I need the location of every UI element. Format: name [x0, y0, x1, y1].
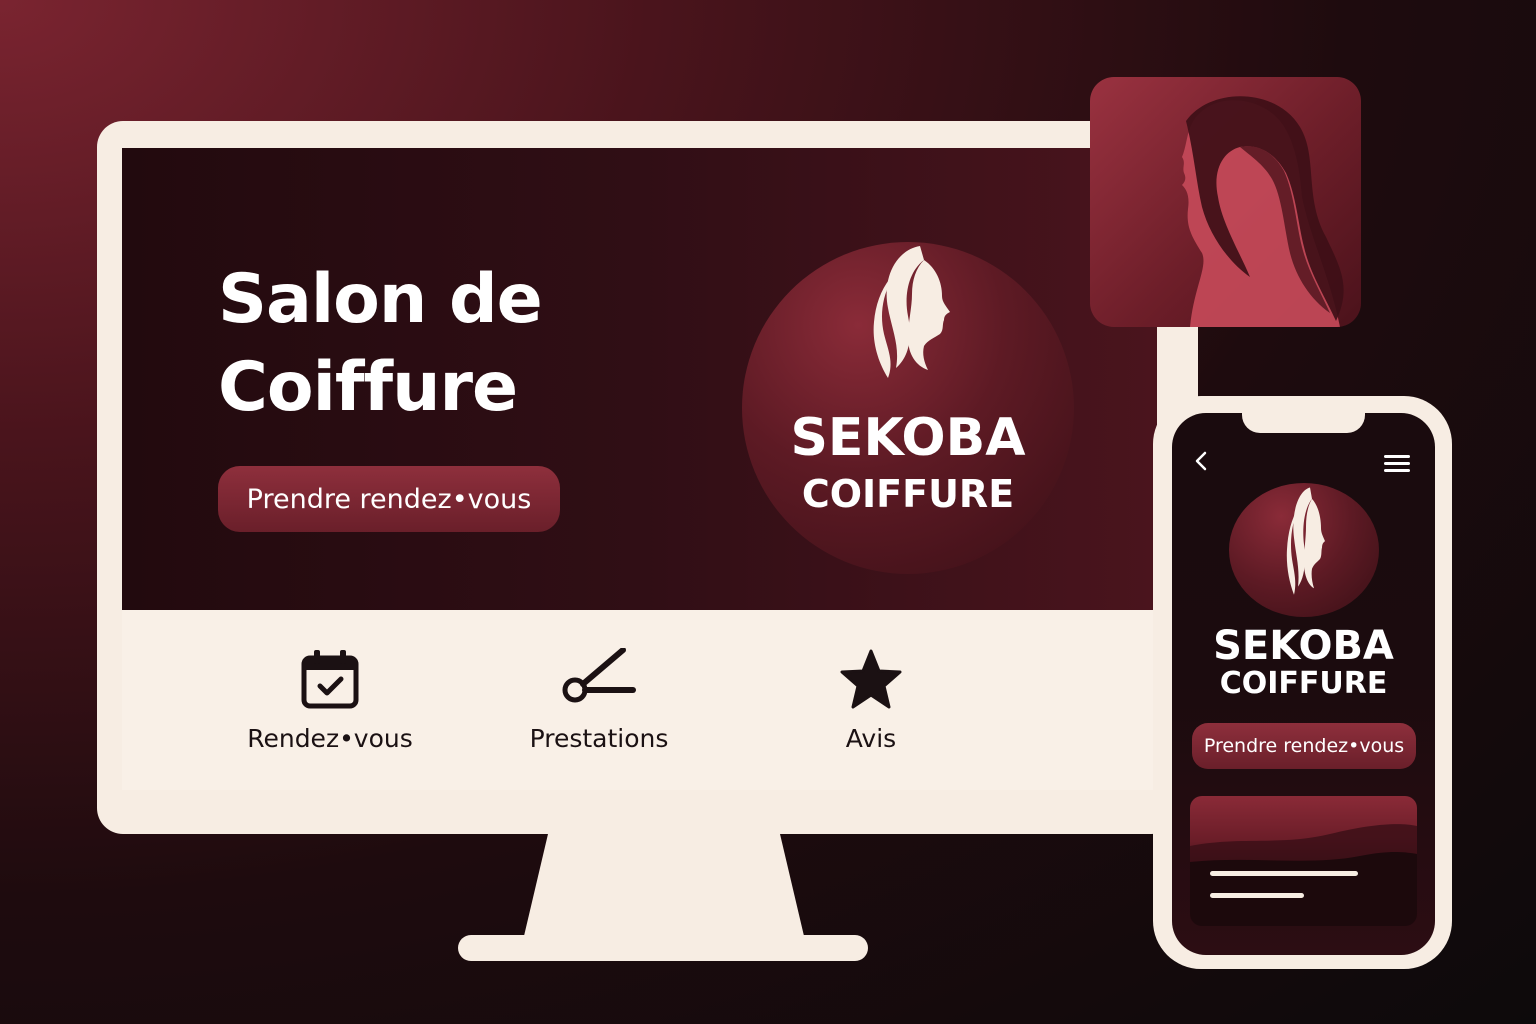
feature-appointments[interactable]: Rendez•vous	[220, 648, 440, 753]
logo-brand-name: SEKOBA	[790, 408, 1026, 468]
connector-line	[1168, 327, 1198, 403]
mobile-book-appointment-label: Prendre rendez•vous	[1203, 735, 1405, 757]
book-appointment-button[interactable]: Prendre rendez•vous	[218, 466, 560, 532]
woman-silhouette-icon	[873, 246, 950, 378]
card-wave-decoration	[1190, 824, 1417, 926]
phone-notch	[1242, 413, 1365, 433]
star-icon	[839, 648, 903, 712]
text-placeholder-line	[1210, 871, 1358, 876]
mobile-brand-logo	[1229, 483, 1379, 617]
feature-label: Avis	[845, 724, 897, 753]
feature-reviews[interactable]: Avis	[761, 648, 981, 753]
feature-label: Prestations	[529, 724, 669, 753]
brand-logo: SEKOBA COIFFURE	[742, 242, 1074, 574]
text-placeholder-line	[1210, 893, 1304, 898]
mobile-logo-brand-subtitle: COIFFURE	[1219, 666, 1388, 701]
scissors-icon	[562, 647, 636, 712]
book-appointment-label: Prendre rendez•vous	[246, 483, 532, 515]
woman-silhouette-icon	[1286, 487, 1325, 595]
mobile-content-card[interactable]	[1190, 796, 1417, 926]
app-icon[interactable]	[1090, 77, 1361, 327]
hamburger-menu-icon[interactable]	[1384, 455, 1410, 473]
calendar-check-icon	[298, 648, 362, 712]
feature-navigation: Rendez•vous Prestations Avis	[122, 610, 1157, 790]
feature-label: Rendez•vous	[247, 724, 413, 753]
desktop-hero-section: Salon de Coiffure Prendre rendez•vous SE…	[122, 148, 1157, 610]
mobile-logo-brand-name: SEKOBA	[1213, 623, 1394, 669]
hero-title: Salon de Coiffure	[218, 260, 543, 427]
woman-profile-icon	[1182, 96, 1344, 327]
feature-services[interactable]: Prestations	[489, 647, 709, 753]
logo-brand-subtitle: COIFFURE	[801, 472, 1015, 516]
mobile-screen: SEKOBA COIFFURE Prendre rendez•vous	[1172, 413, 1435, 955]
chevron-left-icon[interactable]	[1192, 450, 1212, 472]
mobile-book-appointment-button[interactable]: Prendre rendez•vous	[1192, 723, 1416, 769]
monitor-stand-base	[458, 935, 868, 961]
